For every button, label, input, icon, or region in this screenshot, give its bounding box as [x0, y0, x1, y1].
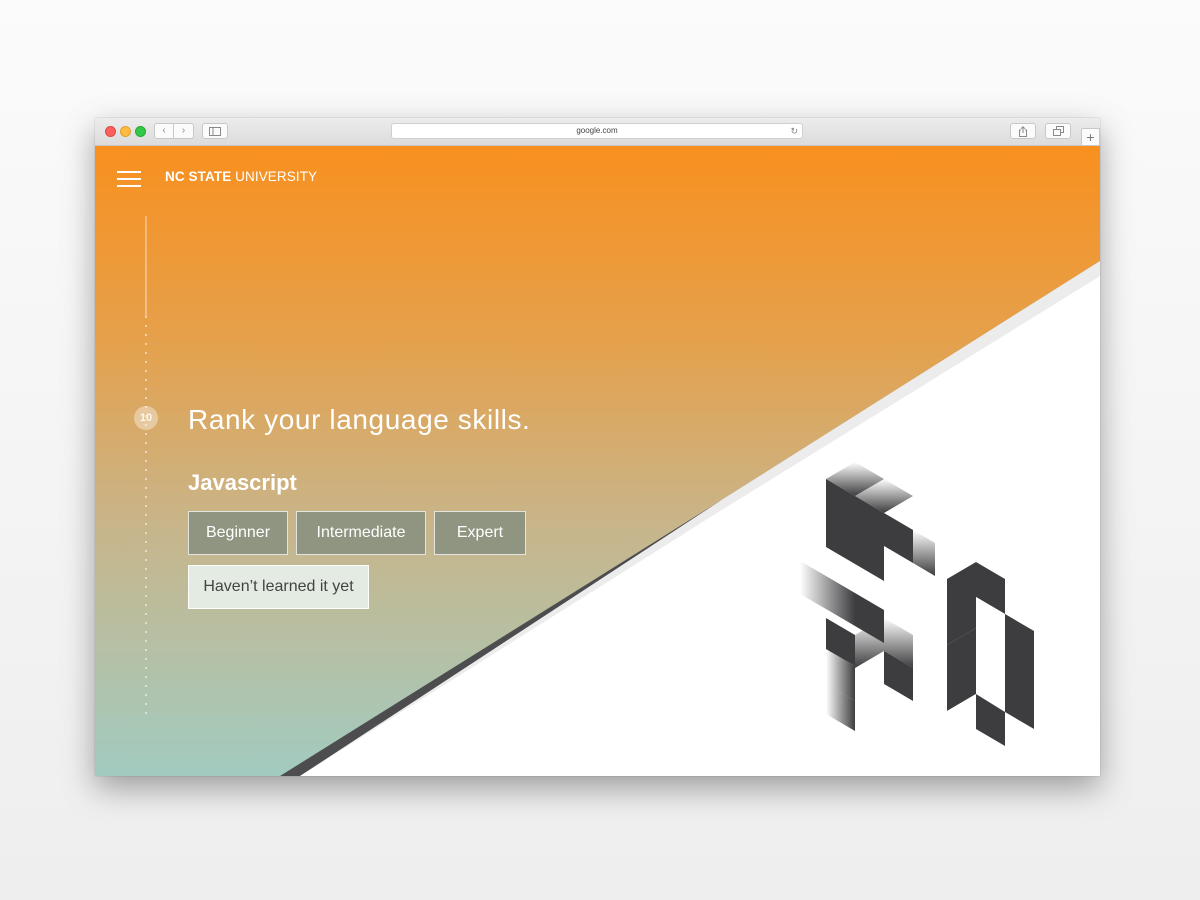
- url-text: google.com: [576, 126, 618, 135]
- question-title: Rank your language skills.: [188, 404, 531, 435]
- isometric-pixel-art: [800, 462, 1034, 747]
- option-beginner-button[interactable]: Beginner: [188, 511, 288, 555]
- sidebar-toggle-button[interactable]: [202, 123, 228, 139]
- browser-window: ‹ › google.com ↻ + NC STATE UNIVERSITY 1…: [95, 118, 1100, 776]
- language-label: Javascript: [188, 470, 297, 495]
- back-button[interactable]: ‹: [154, 123, 174, 139]
- tabs-icon: [1052, 126, 1064, 136]
- brand-light-text: UNIVERSITY: [231, 169, 318, 184]
- university-logo[interactable]: NC STATE UNIVERSITY: [165, 169, 317, 184]
- sidebar-icon: [209, 126, 221, 136]
- forward-button[interactable]: ›: [174, 123, 194, 139]
- step-number-badge: 10: [134, 406, 158, 430]
- address-bar[interactable]: google.com ↻: [391, 123, 803, 139]
- option-expert-button[interactable]: Expert: [434, 511, 526, 555]
- browser-toolbar: ‹ › google.com ↻ +: [95, 118, 1100, 146]
- page-content: NC STATE UNIVERSITY 10 Rank your languag…: [95, 146, 1100, 776]
- plus-icon: +: [1086, 129, 1095, 145]
- hamburger-menu-icon[interactable]: [117, 170, 141, 188]
- zoom-window-button[interactable]: [135, 126, 146, 137]
- brand-bold-text: NC STATE: [165, 169, 232, 184]
- share-button[interactable]: [1010, 123, 1036, 139]
- chevron-right-icon: ›: [181, 125, 186, 136]
- progress-track: [145, 216, 147, 716]
- close-window-button[interactable]: [105, 126, 116, 137]
- option-intermediate-button[interactable]: Intermediate: [296, 511, 426, 555]
- new-tab-button[interactable]: +: [1081, 128, 1100, 146]
- option-not-learned-button[interactable]: Haven’t learned it yet: [188, 565, 369, 609]
- chevron-left-icon: ‹: [162, 125, 166, 136]
- reload-icon[interactable]: ↻: [790, 124, 798, 138]
- share-icon: [1019, 125, 1027, 137]
- show-tabs-button[interactable]: [1045, 123, 1071, 139]
- minimize-window-button[interactable]: [120, 126, 131, 137]
